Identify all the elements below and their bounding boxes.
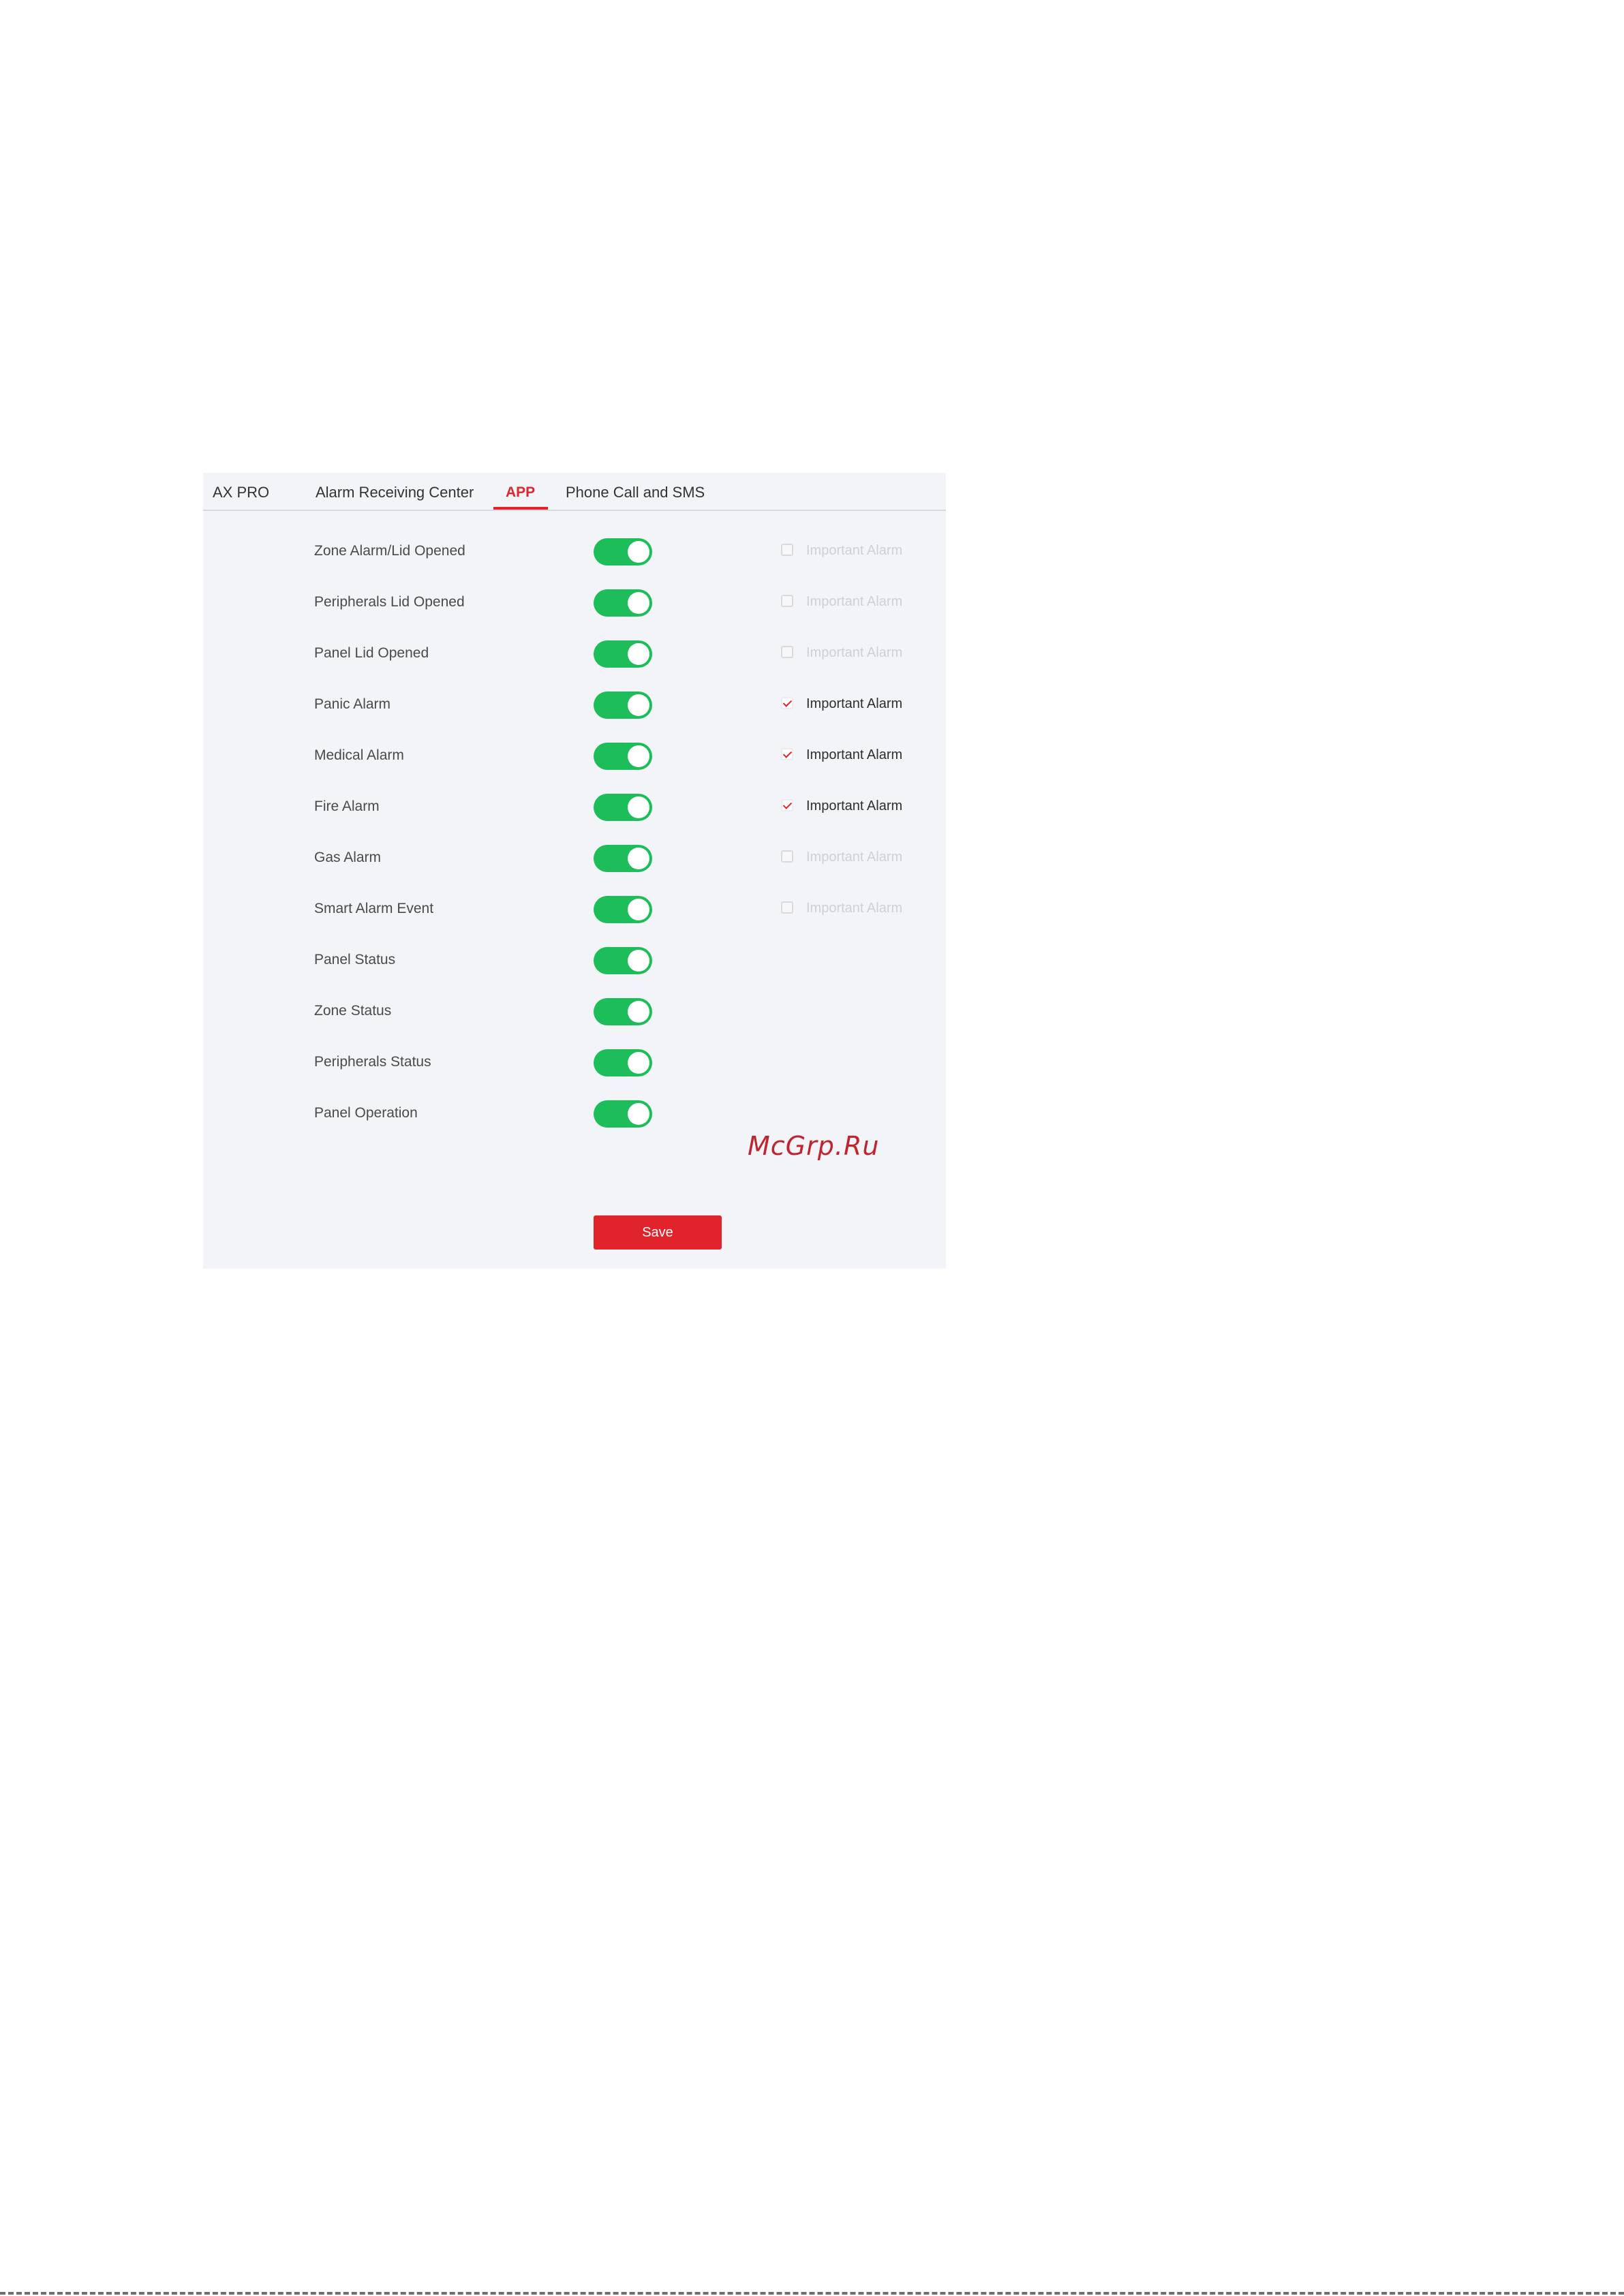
enable-toggle[interactable] xyxy=(594,692,652,719)
save-button[interactable]: Save xyxy=(594,1215,722,1250)
toggle-knob xyxy=(628,745,649,767)
enable-toggle[interactable] xyxy=(594,1100,652,1128)
setting-label: Zone Status xyxy=(314,1003,392,1019)
toggle-knob xyxy=(628,848,649,869)
unchecked-checkbox-icon[interactable] xyxy=(781,544,793,556)
important-alarm-label: Important Alarm xyxy=(806,696,903,711)
enable-toggle[interactable] xyxy=(594,896,652,923)
enable-toggle[interactable] xyxy=(594,845,652,872)
setting-row: Panel Status xyxy=(203,934,946,985)
tab-bar: AX PRO Alarm Receiving Center APP Phone … xyxy=(203,473,946,511)
tab-ax-pro[interactable]: AX PRO xyxy=(213,480,269,506)
checked-checkbox-icon[interactable] xyxy=(781,799,793,811)
important-alarm-label: Important Alarm xyxy=(806,850,903,865)
setting-label: Panel Operation xyxy=(314,1105,418,1121)
setting-row: Zone Alarm/Lid Opened Important Alarm xyxy=(203,525,946,576)
tab-alarm-receiving-center[interactable]: Alarm Receiving Center xyxy=(316,480,474,506)
enable-toggle[interactable] xyxy=(594,1049,652,1076)
setting-row: Medical Alarm Important Alarm xyxy=(203,730,946,781)
setting-row: Panel Lid Opened Important Alarm xyxy=(203,627,946,679)
setting-row: Smart Alarm Event Important Alarm xyxy=(203,883,946,934)
enable-toggle[interactable] xyxy=(594,998,652,1025)
toggle-knob xyxy=(628,541,649,563)
important-alarm-label: Important Alarm xyxy=(806,645,903,660)
setting-row: Zone Status xyxy=(203,985,946,1036)
toggle-knob xyxy=(628,796,649,818)
tab-phone-call-and-sms[interactable]: Phone Call and SMS xyxy=(566,480,705,506)
setting-label: Panic Alarm xyxy=(314,696,391,712)
setting-label: Peripherals Lid Opened xyxy=(314,594,465,610)
setting-label: Smart Alarm Event xyxy=(314,901,434,916)
unchecked-checkbox-icon[interactable] xyxy=(781,850,793,863)
footer-divider xyxy=(0,2292,1624,2295)
setting-label: Panel Lid Opened xyxy=(314,645,429,661)
toggle-knob xyxy=(628,1052,649,1074)
checked-checkbox-icon[interactable] xyxy=(781,697,793,709)
setting-row: Peripherals Lid Opened Important Alarm xyxy=(203,576,946,627)
toggle-knob xyxy=(628,694,649,716)
enable-toggle[interactable] xyxy=(594,640,652,668)
important-alarm-label: Important Alarm xyxy=(806,594,903,609)
toggle-knob xyxy=(628,1001,649,1023)
enable-toggle[interactable] xyxy=(594,743,652,770)
active-tab-indicator xyxy=(493,507,548,510)
tab-app[interactable]: APP xyxy=(506,480,535,506)
enable-toggle[interactable] xyxy=(594,794,652,821)
setting-row: Panic Alarm Important Alarm xyxy=(203,679,946,730)
setting-label: Panel Status xyxy=(314,952,396,967)
setting-label: Peripherals Status xyxy=(314,1054,431,1070)
important-alarm-label: Important Alarm xyxy=(806,901,903,916)
setting-label: Medical Alarm xyxy=(314,747,404,763)
toggle-knob xyxy=(628,592,649,614)
toggle-knob xyxy=(628,899,649,920)
setting-row: Fire Alarm Important Alarm xyxy=(203,781,946,832)
important-alarm-label: Important Alarm xyxy=(806,543,903,558)
enable-toggle[interactable] xyxy=(594,947,652,974)
unchecked-checkbox-icon[interactable] xyxy=(781,901,793,914)
setting-row: Peripherals Status xyxy=(203,1036,946,1087)
important-alarm-label: Important Alarm xyxy=(806,798,903,813)
important-alarm-label: Important Alarm xyxy=(806,747,903,762)
setting-label: Gas Alarm xyxy=(314,850,382,865)
setting-row: Gas Alarm Important Alarm xyxy=(203,832,946,883)
watermark-text: McGrp.Ru xyxy=(748,1131,880,1161)
toggle-knob xyxy=(628,643,649,665)
checked-checkbox-icon[interactable] xyxy=(781,748,793,760)
unchecked-checkbox-icon[interactable] xyxy=(781,646,793,658)
setting-label: Zone Alarm/Lid Opened xyxy=(314,543,465,559)
enable-toggle[interactable] xyxy=(594,589,652,617)
setting-label: Fire Alarm xyxy=(314,798,380,814)
enable-toggle[interactable] xyxy=(594,538,652,565)
unchecked-checkbox-icon[interactable] xyxy=(781,595,793,607)
toggle-knob xyxy=(628,950,649,972)
toggle-knob xyxy=(628,1103,649,1125)
